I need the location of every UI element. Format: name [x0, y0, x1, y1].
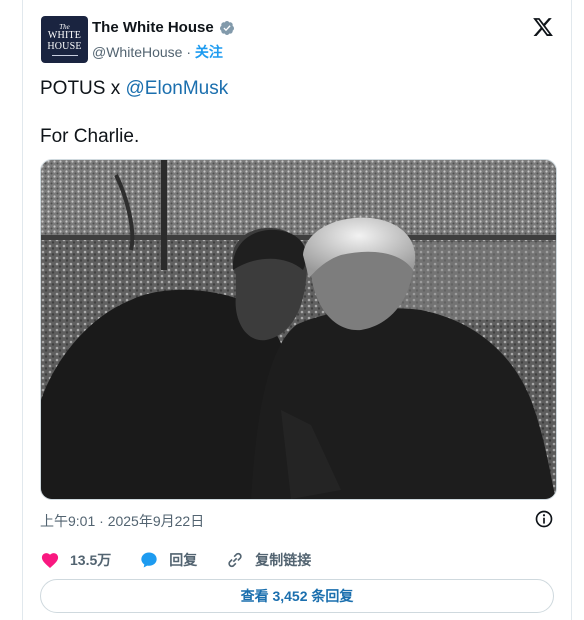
heart-icon: [41, 553, 59, 568]
copy-link-label: 复制链接: [255, 552, 312, 568]
account-name[interactable]: The White House: [92, 19, 214, 36]
link-icon: [228, 552, 242, 568]
copy-link-action[interactable]: 复制链接: [225, 550, 311, 570]
reply-label: 回复: [169, 552, 198, 568]
x-logo-icon[interactable]: [532, 16, 554, 38]
avatar[interactable]: The WHITE HOUSE: [41, 16, 88, 63]
handle-row: @WhiteHouse · 关注: [92, 42, 223, 62]
account-name-row[interactable]: The White House: [92, 19, 235, 36]
account-handle[interactable]: @WhiteHouse: [92, 44, 182, 60]
like-count: 13.5万: [70, 552, 112, 568]
verified-badge-icon: [219, 20, 234, 35]
reply-icon: [141, 552, 157, 568]
avatar-text-3: HOUSE: [47, 41, 82, 52]
timestamp[interactable]: 上午9:01 · 2025年9月22日: [40, 511, 204, 531]
info-icon[interactable]: [534, 509, 554, 529]
post-text-line1: POTUS x @ElonMusk: [40, 78, 228, 100]
post-photo[interactable]: [40, 159, 557, 500]
reply-action[interactable]: 回复: [139, 550, 197, 570]
action-bar: 13.5万 回复 复制链接: [40, 549, 339, 571]
follow-button[interactable]: 关注: [195, 44, 223, 60]
avatar-rule: [51, 55, 78, 56]
post-text-line2: For Charlie.: [40, 126, 140, 147]
post-text-prefix: POTUS x: [40, 78, 126, 99]
view-replies-button[interactable]: 查看 3,452 条回复: [40, 579, 554, 613]
avatar-text-2: WHITE: [47, 30, 82, 41]
separator-dot: ·: [186, 44, 192, 60]
like-action[interactable]: 13.5万: [40, 550, 111, 570]
mention-link[interactable]: @ElonMusk: [126, 78, 229, 99]
